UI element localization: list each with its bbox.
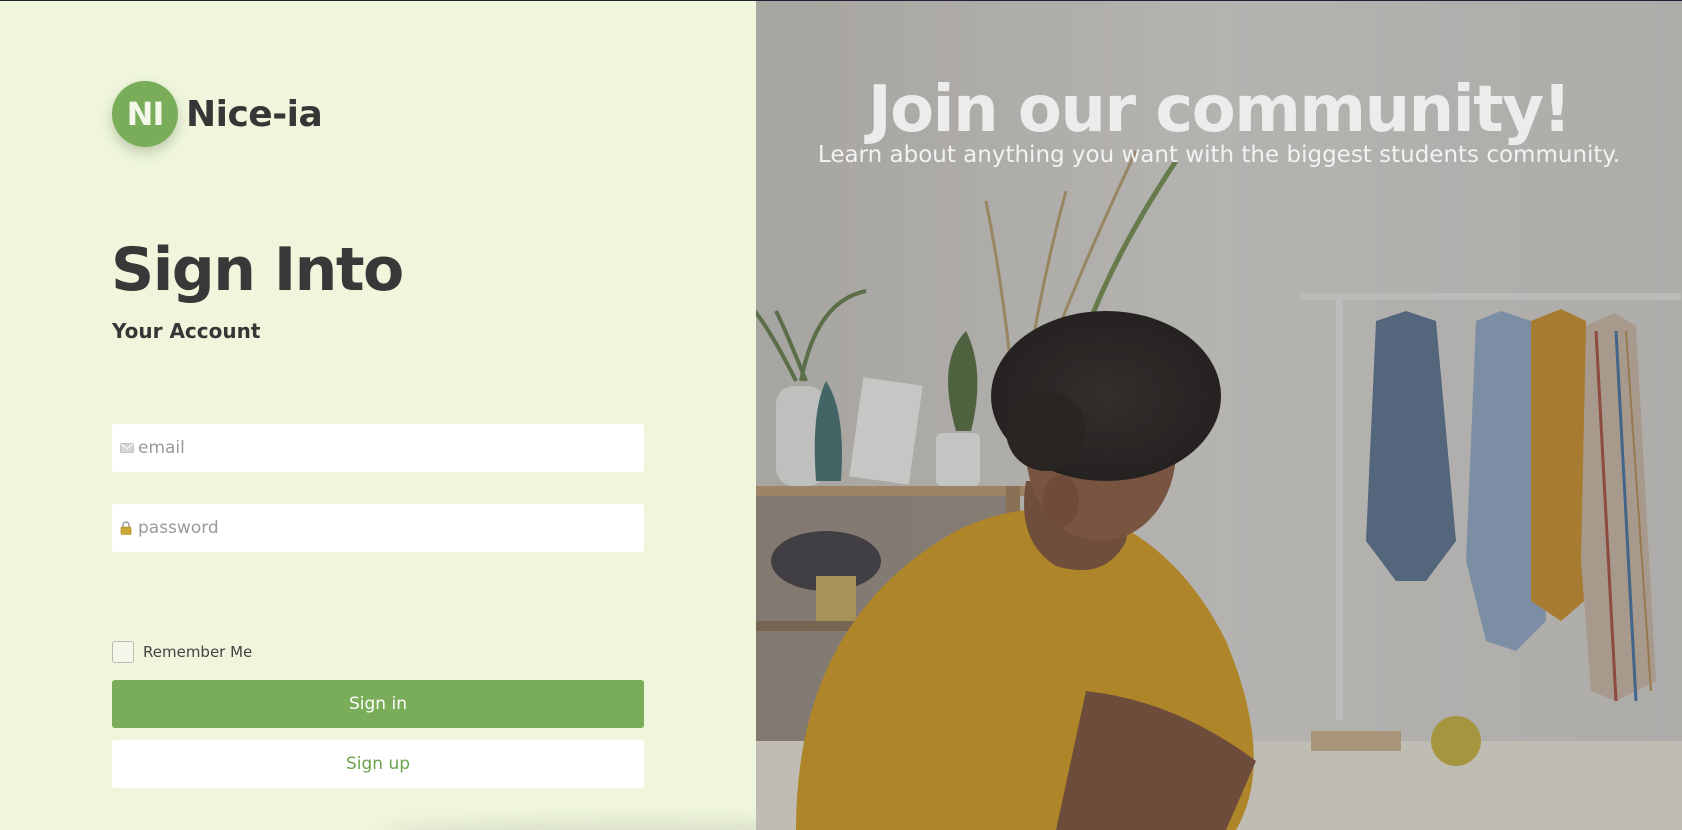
password-input[interactable] (138, 518, 618, 538)
brand-badge: NI (112, 81, 178, 147)
decorative-shadow (380, 820, 756, 830)
envelope-icon (120, 443, 138, 453)
page-subtitle: Your Account (112, 319, 261, 343)
remember-me-label: Remember Me (143, 643, 253, 661)
hero-subtitle: Learn about anything you want with the b… (817, 142, 1621, 168)
login-panel: NI Nice-ia Sign Into Your Account email … (0, 1, 756, 830)
page-title: Sign Into (111, 235, 404, 305)
email-input[interactable] (138, 438, 618, 458)
sign-up-button[interactable]: Sign up (112, 740, 644, 788)
brand-name: Nice-ia (186, 93, 323, 135)
lock-icon (120, 521, 138, 535)
remember-me-checkbox[interactable] (112, 641, 134, 663)
login-screen: NI Nice-ia Sign Into Your Account email … (0, 1, 1682, 830)
password-field[interactable] (112, 504, 644, 552)
sign-in-button[interactable]: Sign in (112, 680, 644, 728)
hero-title: Join our community! (867, 73, 1572, 147)
email-field[interactable] (112, 424, 644, 472)
brand-logo: NI Nice-ia (112, 81, 323, 147)
hero-panel: Join our community! Learn about anything… (756, 1, 1682, 830)
remember-me[interactable]: Remember Me (112, 641, 252, 663)
